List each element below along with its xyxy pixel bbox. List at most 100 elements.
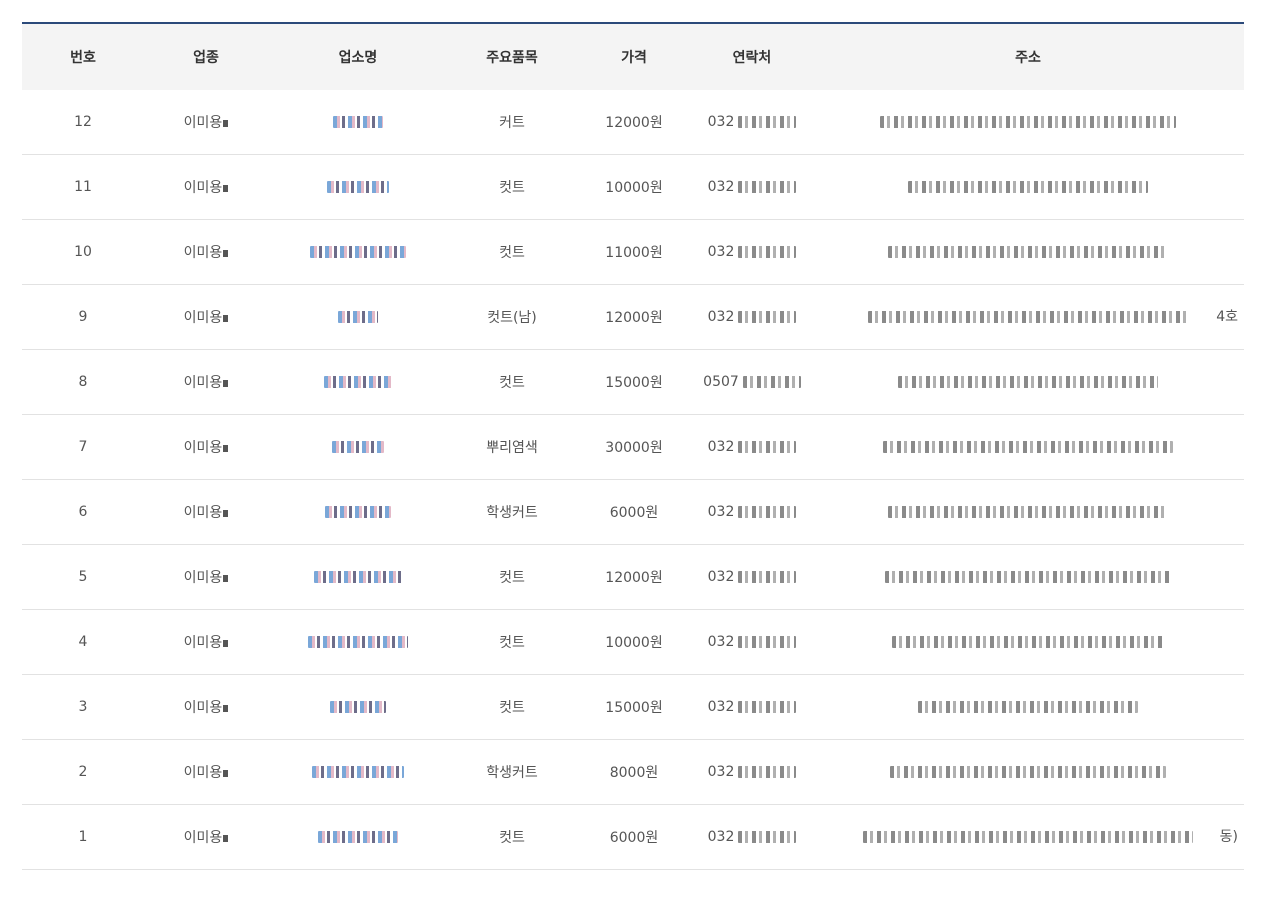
row-price: 15000원 — [576, 349, 692, 415]
table-row[interactable]: 3 이미용 컷트 15000원 032 — [22, 674, 1244, 740]
table-row[interactable]: 1 이미용 컷트 6000원 032 동) — [22, 804, 1244, 870]
row-main-item-text: 컷트(남) — [487, 310, 537, 326]
table-row[interactable]: 8 이미용 컷트 15000원 0507 — [22, 349, 1244, 415]
address-tail-text: 4호 — [1212, 285, 1238, 349]
row-store-name[interactable] — [268, 479, 448, 545]
row-store-name[interactable] — [268, 90, 448, 155]
header-contact: 연락처 — [732, 50, 772, 66]
row-price: 6000원 — [576, 804, 692, 870]
row-store-name[interactable] — [268, 154, 448, 220]
row-business-type-text: 이미용 — [183, 635, 223, 651]
redacted-store-name — [310, 246, 406, 258]
redacted-phone — [742, 376, 801, 388]
row-price: 10000원 — [576, 609, 692, 675]
row-number: 4 — [22, 609, 144, 675]
redacted-store-name — [324, 376, 392, 388]
redacted-store-name — [308, 636, 408, 648]
row-business-type-text: 이미용 — [183, 375, 223, 391]
redacted-store-name — [338, 311, 378, 323]
row-business-type-text: 이미용 — [183, 765, 223, 781]
row-price-text: 10000원 — [605, 635, 663, 651]
table-row[interactable]: 11 이미용 컷트 10000원 032 — [22, 154, 1244, 220]
row-price-text: 15000원 — [605, 700, 663, 716]
row-contact-text: 032 — [707, 699, 735, 715]
table-row[interactable]: 7 이미용 뿌리염색 30000원 032 — [22, 414, 1244, 480]
redaction-block — [223, 834, 229, 842]
redacted-phone — [738, 311, 797, 323]
table-row[interactable]: 12 이미용 커트 12000원 032 — [22, 90, 1244, 155]
row-number-text: 2 — [78, 764, 88, 780]
row-business-type: 이미용 — [144, 219, 268, 285]
row-main-item-text: 컷트 — [499, 245, 525, 261]
row-contact: 032 — [692, 219, 812, 285]
redacted-store-name — [327, 181, 389, 193]
row-contact: 032 — [692, 284, 812, 350]
row-business-type: 이미용 — [144, 674, 268, 740]
row-main-item-text: 컷트 — [499, 700, 525, 716]
row-contact-text: 032 — [707, 114, 735, 130]
row-business-type-text: 이미용 — [183, 830, 223, 846]
table-row[interactable]: 9 이미용 컷트(남) 12000원 032 4호 — [22, 284, 1244, 350]
row-address — [812, 674, 1244, 740]
row-contact-text: 032 — [707, 634, 735, 650]
row-address — [812, 219, 1244, 285]
redaction-block — [223, 574, 229, 582]
row-number-text: 6 — [78, 504, 88, 520]
table-row[interactable]: 2 이미용 학생커트 8000원 032 — [22, 739, 1244, 805]
row-number-text: 12 — [74, 114, 92, 130]
row-store-name[interactable] — [268, 544, 448, 610]
table-row[interactable]: 10 이미용 컷트 11000원 032 — [22, 219, 1244, 285]
row-main-item: 뿌리염색 — [448, 414, 576, 480]
row-price-text: 30000원 — [605, 440, 663, 456]
redacted-store-name — [333, 116, 383, 128]
row-number: 9 — [22, 284, 144, 350]
row-contact: 032 — [692, 804, 812, 870]
row-main-item: 컷트(남) — [448, 284, 576, 350]
redaction-block — [223, 704, 229, 712]
redacted-phone — [738, 181, 797, 193]
header-price: 가격 — [621, 50, 647, 66]
row-number: 1 — [22, 804, 144, 870]
redacted-phone — [738, 441, 797, 453]
row-store-name[interactable] — [268, 414, 448, 480]
redacted-phone — [738, 831, 797, 843]
header-business-type: 업종 — [193, 50, 219, 66]
row-store-name[interactable] — [268, 284, 448, 350]
row-business-type: 이미용 — [144, 739, 268, 805]
table-row[interactable]: 6 이미용 학생커트 6000원 032 — [22, 479, 1244, 545]
row-address — [812, 414, 1244, 480]
redacted-address — [880, 116, 1176, 128]
row-price-text: 10000원 — [605, 180, 663, 196]
row-contact: 032 — [692, 90, 812, 155]
row-store-name[interactable] — [268, 739, 448, 805]
row-number: 7 — [22, 414, 144, 480]
row-store-name[interactable] — [268, 804, 448, 870]
row-main-item-text: 컷트 — [499, 570, 525, 586]
header-address: 주소 — [1015, 50, 1041, 66]
table-header: 번호 업종 업소명 주요품목 가격 연락처 주소 — [22, 23, 1244, 90]
row-store-name[interactable] — [268, 219, 448, 285]
redaction-block — [223, 509, 229, 517]
row-number-text: 7 — [78, 439, 88, 455]
table-row[interactable]: 4 이미용 컷트 10000원 032 — [22, 609, 1244, 675]
row-main-item-text: 뿌리염색 — [486, 440, 538, 456]
row-store-name[interactable] — [268, 674, 448, 740]
row-contact-text: 032 — [707, 179, 735, 195]
redaction-block — [223, 444, 229, 452]
row-business-type-text: 이미용 — [183, 700, 223, 716]
row-price: 10000원 — [576, 154, 692, 220]
row-store-name[interactable] — [268, 609, 448, 675]
row-contact: 032 — [692, 479, 812, 545]
row-store-name[interactable] — [268, 349, 448, 415]
row-price: 6000원 — [576, 479, 692, 545]
row-main-item: 컷트 — [448, 349, 576, 415]
row-business-type-text: 이미용 — [183, 570, 223, 586]
table-row[interactable]: 5 이미용 컷트 12000원 032 — [22, 544, 1244, 610]
row-main-item: 컷트 — [448, 674, 576, 740]
redaction-block — [223, 119, 229, 127]
row-number-text: 5 — [78, 569, 88, 585]
row-number: 3 — [22, 674, 144, 740]
redacted-store-name — [325, 506, 391, 518]
redacted-store-name — [312, 766, 404, 778]
redacted-address — [888, 506, 1168, 518]
